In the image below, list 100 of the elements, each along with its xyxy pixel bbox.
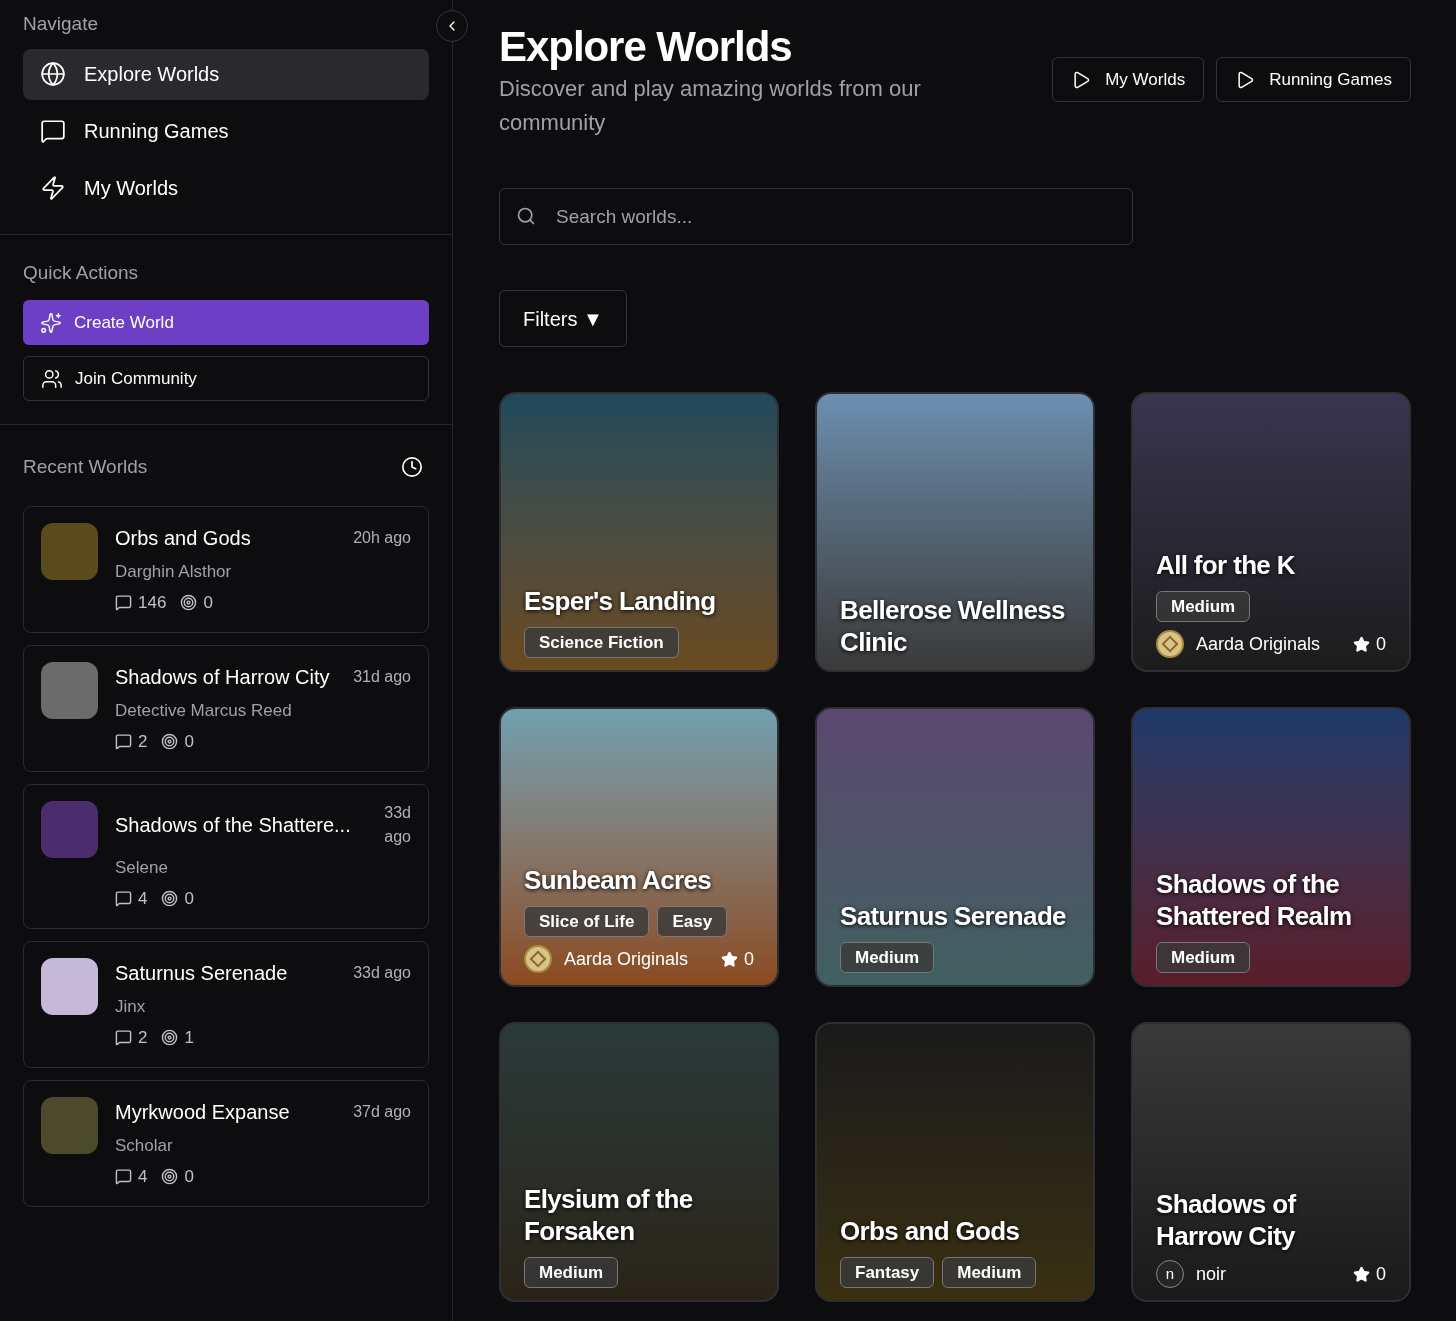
recent-world-card[interactable]: Orbs and Gods 20h ago Darghin Alsthor 146 0	[23, 505, 429, 633]
message-count: 2	[138, 1027, 148, 1049]
header-button[interactable]: Running Games	[1216, 57, 1411, 102]
recent-world-card[interactable]: Shadows of the Shattere... 33d ago Selene 4 0	[23, 783, 429, 929]
author-name: Scholar	[115, 1134, 174, 1157]
section-heading: Navigate	[23, 12, 99, 36]
recent-world-card[interactable]: Saturnus Serenade 33d ago Jinx 2 1	[23, 940, 429, 1068]
world-title: All for the K	[1156, 548, 1296, 581]
thumbnail-placeholder	[41, 522, 98, 580]
time-ago: 33d ago	[383, 802, 411, 847]
join-community-button[interactable]: Join Community	[23, 356, 429, 401]
header-button[interactable]: My Worlds	[1052, 57, 1205, 102]
play-count: 1	[184, 1027, 194, 1049]
world-title: Orbs and Gods	[840, 1214, 1021, 1247]
play-count: 0	[184, 1166, 194, 1188]
message-count: 4	[138, 1166, 148, 1188]
target-icon	[161, 1029, 179, 1047]
recent-world-card[interactable]: Myrkwood Expanse 37d ago Scholar 4 0	[23, 1079, 429, 1207]
genre-tag: Medium	[1156, 590, 1251, 622]
search-field[interactable]: Search worlds...	[499, 188, 1133, 245]
section-heading: Quick Actions	[23, 260, 140, 285]
collapse-button[interactable]	[436, 10, 468, 42]
time-ago: 31d ago	[353, 666, 411, 687]
message-count: 2	[138, 731, 148, 753]
genre-tag: Fantasy	[840, 1256, 935, 1288]
target-icon	[161, 733, 179, 751]
genre-tag: Slice of Life	[524, 905, 650, 937]
world-card[interactable]: Shadows of Harrow City n noir 0	[1131, 1022, 1411, 1302]
genre-tag: Easy	[657, 905, 728, 937]
world-card[interactable]: Bellerose Wellness Clinic	[815, 392, 1095, 672]
search-icon	[516, 206, 536, 226]
avatar-initial: n	[1156, 1260, 1184, 1288]
nav-item[interactable]: My Worlds	[23, 162, 429, 214]
world-card[interactable]: Sunbeam Acres Slice of Life Easy Aarda Originals 0	[499, 707, 779, 987]
page-subtitle: Discover and play amazing worlds from our community	[499, 75, 922, 137]
chat-icon	[115, 890, 132, 908]
world-card[interactable]: Shadows of the Shattered Realm Medium	[1131, 707, 1411, 987]
time-ago: 33d ago	[353, 962, 411, 983]
world-card[interactable]: Orbs and Gods Fantasy Medium	[815, 1022, 1095, 1302]
world-card[interactable]: All for the K Medium Aarda Originals 0	[1131, 392, 1411, 672]
target-icon	[180, 594, 198, 612]
page-title: Explore Worlds	[499, 22, 793, 72]
users-icon	[41, 367, 63, 390]
globe-icon	[40, 61, 66, 87]
world-card[interactable]: Saturnus Serenade Medium	[815, 707, 1095, 987]
play-icon	[1071, 69, 1092, 90]
thumbnail-placeholder	[41, 661, 98, 719]
play-count: 0	[184, 731, 194, 753]
nav-item[interactable]: Explore Worlds	[23, 48, 429, 100]
play-icon	[1235, 69, 1256, 90]
target-icon	[161, 890, 179, 908]
author-name: Selene	[115, 856, 169, 879]
target-icon	[161, 1168, 179, 1186]
world-title: Orbs and Gods	[115, 525, 251, 551]
filters-button[interactable]: Filters ▼	[499, 290, 627, 347]
world-title: Shadows of the Shattered Realm	[1156, 867, 1353, 932]
chat-icon	[115, 733, 132, 751]
section-heading: Recent Worlds	[23, 455, 148, 479]
world-title: Esper's Landing	[524, 584, 717, 617]
chat-icon	[40, 118, 66, 144]
world-title: Saturnus Serenade	[840, 899, 1067, 932]
star-icon	[1353, 635, 1370, 653]
author-name: Aarda Originals	[564, 947, 689, 971]
nav-item[interactable]: Running Games	[23, 105, 429, 157]
genre-tag: Science Fiction	[524, 626, 679, 658]
genre-tag: Medium	[942, 1256, 1037, 1288]
world-title: Myrkwood Expanse	[115, 1099, 290, 1125]
world-title: Elysium of the Forsaken	[524, 1182, 694, 1247]
lightning-icon	[40, 175, 66, 201]
genre-tag: Medium	[524, 1256, 619, 1288]
star-icon	[721, 950, 738, 968]
star-count: 0	[744, 947, 754, 971]
genre-tag: Medium	[840, 941, 935, 973]
message-count: 146	[138, 592, 167, 614]
chat-icon	[115, 1029, 132, 1047]
thumbnail-placeholder	[41, 800, 98, 858]
play-count: 0	[184, 888, 194, 910]
world-title: Shadows of Harrow City	[1156, 1188, 1297, 1252]
author-name: Darghin Alsthor	[115, 560, 233, 583]
thumbnail-placeholder	[41, 1096, 98, 1154]
world-title: Bellerose Wellness Clinic	[840, 594, 1066, 658]
sparkles-icon	[40, 311, 62, 334]
author-name: noir	[1196, 1262, 1226, 1286]
clock-icon	[401, 456, 423, 479]
play-count: 0	[203, 592, 213, 614]
genre-tag: Medium	[1156, 941, 1251, 973]
chat-icon	[115, 594, 132, 612]
world-title: Shadows of the Shattere...	[115, 812, 351, 838]
author-name: Aarda Originals	[1196, 632, 1321, 656]
world-card[interactable]: Elysium of the Forsaken Medium	[499, 1022, 779, 1302]
logo-icon	[1156, 630, 1184, 658]
thumbnail-placeholder	[41, 957, 98, 1015]
world-title: Saturnus Serenade	[115, 960, 288, 986]
time-ago: 37d ago	[353, 1101, 411, 1122]
recent-world-card[interactable]: Shadows of Harrow City 31d ago Detective Marcus Reed 2 0	[23, 644, 429, 772]
star-count: 0	[1376, 632, 1386, 656]
world-card[interactable]: Esper's Landing Science Fiction	[499, 392, 779, 672]
author-name: Detective Marcus Reed	[115, 699, 293, 722]
logo-icon	[524, 945, 552, 973]
create-world-button[interactable]: Create World	[23, 300, 429, 345]
